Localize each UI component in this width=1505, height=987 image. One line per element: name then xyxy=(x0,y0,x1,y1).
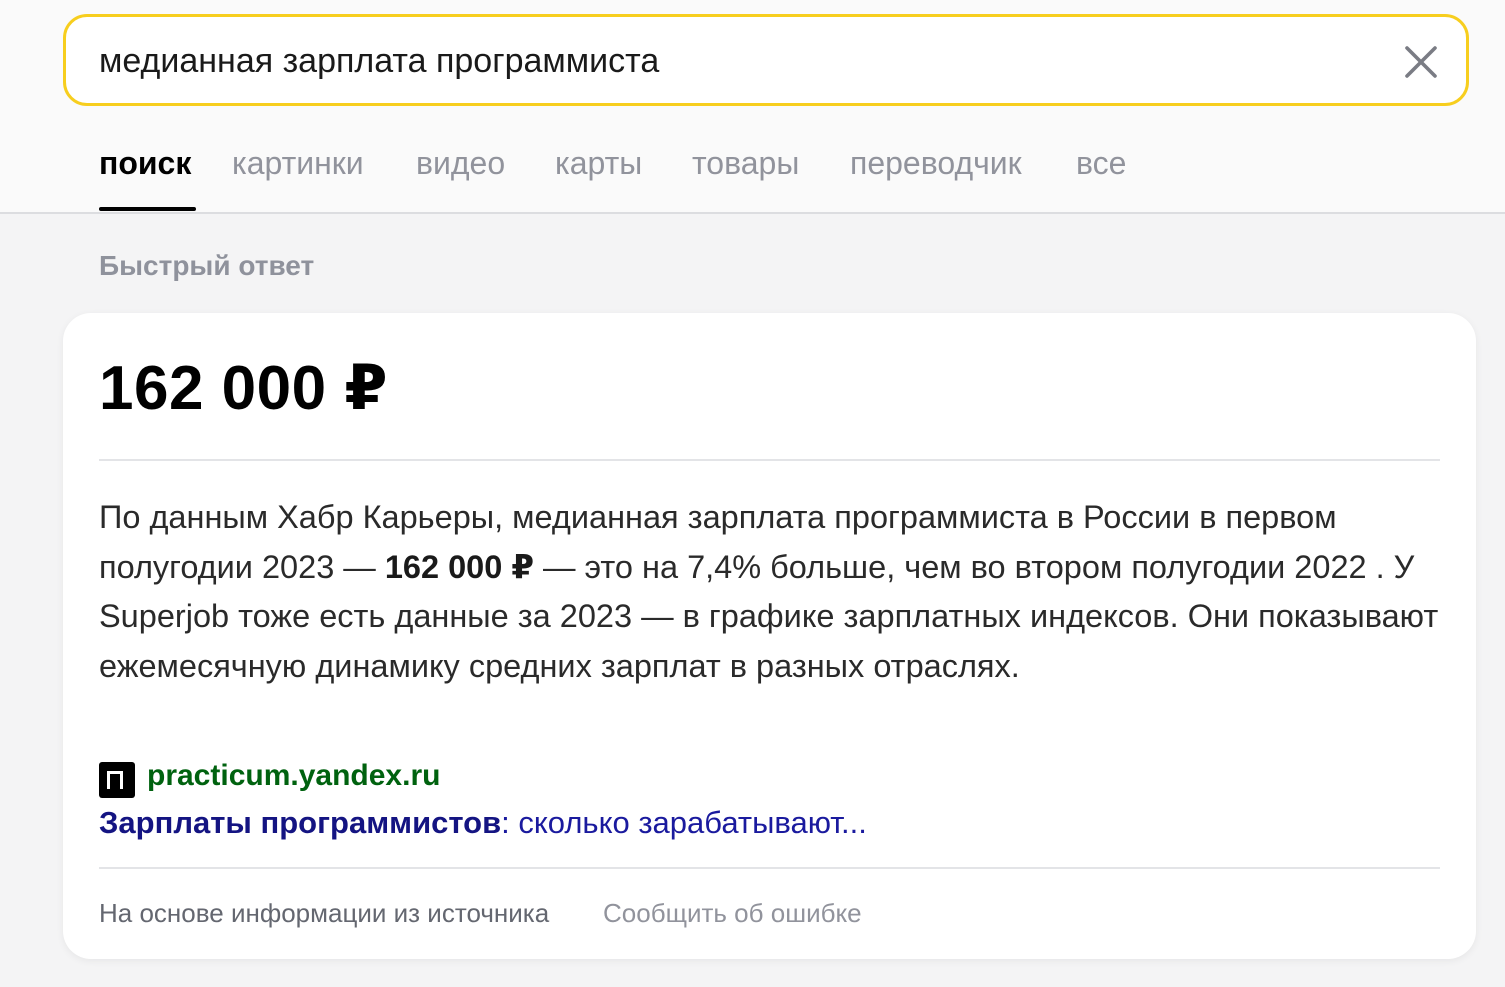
search-box[interactable] xyxy=(63,14,1469,106)
source-basis-text: На основе информации из источника xyxy=(99,898,550,928)
quick-answer-card: 162 000 ₽ По данным Хабр Карьеры, медиан… xyxy=(63,313,1476,959)
quick-answer-label: Быстрый ответ xyxy=(99,250,315,281)
clear-search-button[interactable] xyxy=(1402,43,1440,81)
tab-video[interactable]: видео xyxy=(416,140,505,186)
source-domain-link[interactable]: practicum.yandex.ru xyxy=(147,759,440,793)
practicum-favicon-icon xyxy=(99,762,135,798)
divider xyxy=(99,459,1440,461)
header-area: поиск картинки видео карты товары перево… xyxy=(0,0,1505,214)
active-tab-indicator xyxy=(99,207,196,211)
divider xyxy=(99,867,1440,869)
source-title-link[interactable]: Зарплаты программистов: сколько зарабаты… xyxy=(99,805,867,841)
answer-value: 162 000 ₽ xyxy=(99,354,388,423)
tab-search[interactable]: поиск xyxy=(99,140,191,186)
close-icon xyxy=(1405,46,1437,78)
description-highlight: 162 000 ₽ xyxy=(384,548,534,585)
source-title-bold: Зарплаты программистов xyxy=(99,805,502,840)
tab-maps[interactable]: карты xyxy=(555,140,642,186)
tab-translator[interactable]: переводчик xyxy=(850,140,1022,186)
source-title-rest: : сколько зарабатывают... xyxy=(501,805,867,840)
search-input[interactable] xyxy=(99,37,1339,85)
report-error-link[interactable]: Сообщить об ошибке xyxy=(603,898,862,929)
tab-images[interactable]: картинки xyxy=(232,140,364,186)
answer-description: По данным Хабр Карьеры, медианная зарпла… xyxy=(99,493,1444,691)
tab-products[interactable]: товары xyxy=(692,140,799,186)
tab-all[interactable]: все xyxy=(1076,140,1126,186)
